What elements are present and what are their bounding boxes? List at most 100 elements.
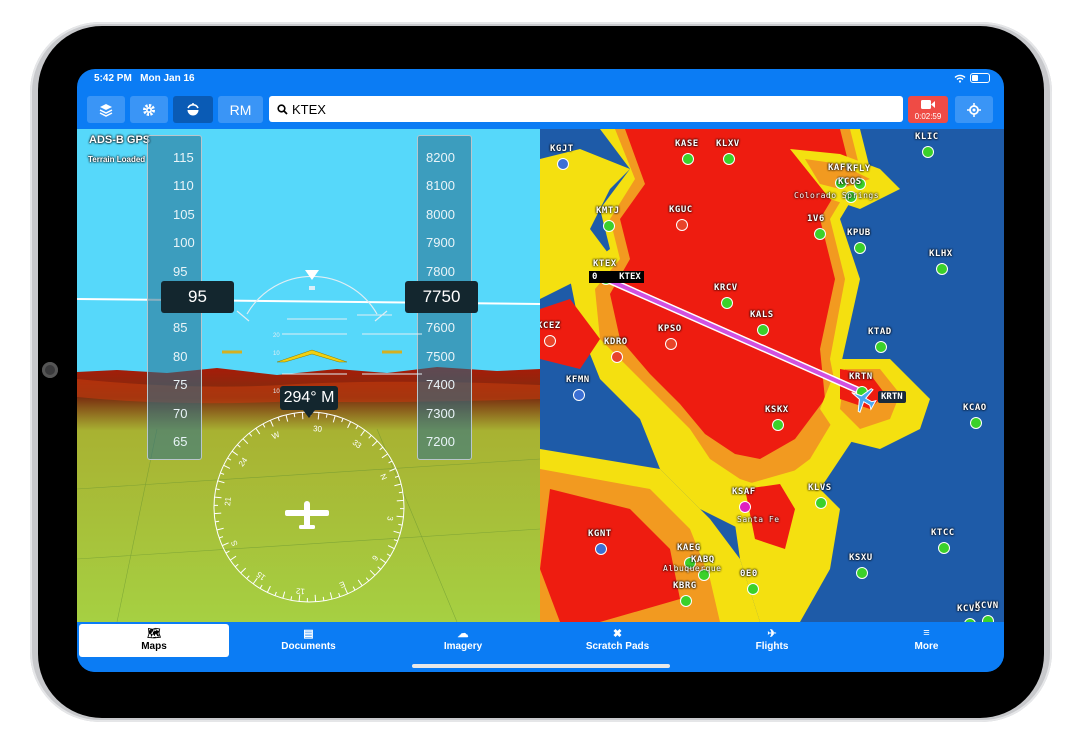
status-date: Mon Jan 16 xyxy=(140,73,195,84)
gps-source-label: ADS-B GPS xyxy=(89,134,151,146)
airport-label: KFLY xyxy=(847,164,871,174)
heading-pointer xyxy=(303,410,315,418)
airport-marker[interactable] xyxy=(856,567,868,579)
airport-label: KBRG xyxy=(673,581,697,591)
video-camera-icon xyxy=(921,100,935,109)
airport-label: KMTJ xyxy=(596,206,620,216)
cloud-sun-icon: ☁ xyxy=(457,628,469,640)
home-indicator xyxy=(412,664,670,668)
airport-label: KCAO xyxy=(963,403,987,413)
settings-button[interactable] xyxy=(130,96,168,123)
status-time: 5:42 PM xyxy=(94,73,132,84)
tape-tick-label: 7800 xyxy=(426,263,455,279)
front-camera xyxy=(42,362,58,378)
airport-marker[interactable] xyxy=(682,153,694,165)
tape-tick-label: 7500 xyxy=(426,348,455,364)
airport-marker[interactable] xyxy=(739,501,751,513)
airport-marker[interactable] xyxy=(595,543,607,555)
pencil-cross-icon: ✖ xyxy=(612,628,623,640)
tab-more[interactable]: ≡ More xyxy=(852,624,1002,657)
airport-label: KCOS xyxy=(838,177,862,187)
airport-marker[interactable] xyxy=(665,338,677,350)
airport-marker[interactable] xyxy=(814,228,826,240)
airport-label: KTAD xyxy=(868,327,892,337)
battery-icon xyxy=(970,73,990,83)
airport-marker[interactable] xyxy=(772,419,784,431)
record-button[interactable]: 0:02:59 xyxy=(908,96,948,123)
tab-label: Scratch Pads xyxy=(585,641,650,652)
layers-icon xyxy=(99,103,113,117)
airport-marker[interactable] xyxy=(922,146,934,158)
crosshair-icon xyxy=(967,102,981,117)
top-toolbar: RM KTEX 0:02:59 xyxy=(77,91,1004,129)
airport-marker[interactable] xyxy=(875,341,887,353)
airport-marker[interactable] xyxy=(573,389,585,401)
airport-label: KSKX xyxy=(765,405,789,415)
airport-label: KFMN xyxy=(566,375,590,385)
airport-label: KAEG xyxy=(677,543,701,553)
tape-tick-label: 85 xyxy=(173,320,188,336)
airport-marker[interactable] xyxy=(544,335,556,347)
tab-flights[interactable]: ✈ Flights xyxy=(697,624,847,657)
tape-tick-label: 8200 xyxy=(426,150,455,165)
airport-marker[interactable] xyxy=(938,542,950,554)
airport-label: KDRO xyxy=(604,337,628,347)
airport-marker[interactable] xyxy=(680,595,692,607)
airport-marker[interactable] xyxy=(815,497,827,509)
airport-marker[interactable] xyxy=(747,583,759,595)
synthetic-vision-panel[interactable]: ADS-B GPS Terrain Loaded 115 110 105 100 95 9… xyxy=(77,129,540,622)
airport-label: KLXV xyxy=(716,139,740,149)
airport-marker[interactable] xyxy=(854,242,866,254)
altitude-readout: 7750 xyxy=(405,281,478,313)
ownship-map-icon xyxy=(851,388,877,413)
airport-marker[interactable] xyxy=(970,417,982,429)
airport-marker[interactable] xyxy=(721,297,733,309)
airport-label: KASE xyxy=(675,139,699,149)
airspeed-readout: 95 xyxy=(161,281,234,313)
layers-button[interactable] xyxy=(87,96,125,123)
search-field[interactable]: KTEX xyxy=(269,96,903,122)
airport-label: KRTN xyxy=(849,372,873,382)
tape-tick-label: 105 xyxy=(173,206,195,222)
airport-marker[interactable] xyxy=(611,351,623,363)
tab-scratch-pads[interactable]: ✖ Scratch Pads xyxy=(543,624,693,657)
tape-tick-label: 8100 xyxy=(426,178,455,194)
synthetic-vision-button[interactable] xyxy=(173,96,213,123)
search-input-value[interactable]: KTEX xyxy=(292,102,326,117)
airport-label: KGUC xyxy=(669,205,693,215)
tape-tick-label: 7400 xyxy=(426,377,455,393)
status-bar: 5:42 PM Mon Jan 16 xyxy=(77,69,1004,91)
tape-tick-label: 115 xyxy=(173,150,194,165)
city-label: Albuquerque xyxy=(663,564,722,573)
tab-imagery[interactable]: ☁ Imagery xyxy=(388,624,538,657)
airport-label: 1V6 xyxy=(807,214,825,224)
airport-label: KPUB xyxy=(847,228,871,238)
tab-label: More xyxy=(914,641,939,652)
airport-marker[interactable] xyxy=(603,220,615,232)
tab-label: Maps xyxy=(141,641,167,652)
tab-documents[interactable]: ▤ Documents xyxy=(234,624,384,657)
airport-marker[interactable] xyxy=(723,153,735,165)
airport-label: KLIC xyxy=(915,132,939,142)
terrain-map xyxy=(540,129,930,622)
moving-map[interactable]: KGJT KASE KLXV KLIC KAFF KFLY KCOS KMTJ KGUC 1V6 K… xyxy=(540,129,1004,622)
tab-maps[interactable]: 🗺 Maps xyxy=(79,624,229,657)
airport-marker[interactable] xyxy=(982,615,994,622)
airport-label: KLHX xyxy=(929,249,953,259)
airport-label: KCVN xyxy=(975,601,999,611)
menu-icon: ≡ xyxy=(923,627,930,639)
rm-button[interactable]: RM xyxy=(218,96,263,123)
airport-marker[interactable] xyxy=(757,324,769,336)
tape-tick-label: 8000 xyxy=(426,206,455,222)
airport-marker[interactable] xyxy=(676,219,688,231)
locate-button[interactable] xyxy=(955,96,993,123)
tape-tick-label: 100 xyxy=(173,235,195,251)
airport-marker[interactable] xyxy=(936,263,948,275)
airport-label: KSXU xyxy=(849,553,873,563)
search-icon xyxy=(277,103,288,115)
airport-label: KTCC xyxy=(931,528,955,538)
airport-marker[interactable] xyxy=(557,158,569,170)
tape-tick-label: 75 xyxy=(173,377,188,393)
airport-label: KALS xyxy=(750,310,774,320)
tab-label: Imagery xyxy=(443,641,483,652)
